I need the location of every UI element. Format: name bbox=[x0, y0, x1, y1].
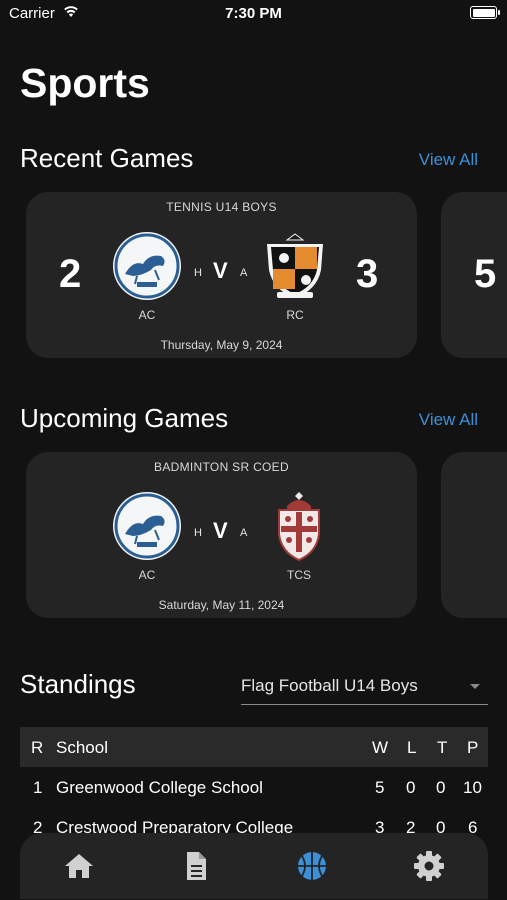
row-losses: 0 bbox=[406, 778, 416, 797]
page-title: Sports bbox=[20, 60, 150, 106]
standings-table-header: R School W L T P bbox=[20, 727, 488, 767]
upcoming-games-title: Upcoming Games bbox=[20, 403, 229, 433]
column-losses: L bbox=[407, 738, 417, 757]
away-team-code: TCS bbox=[287, 568, 311, 582]
versus-label: V bbox=[213, 258, 228, 283]
gear-icon[interactable] bbox=[412, 849, 446, 883]
table-row[interactable]: 1 Greenwood College School 5 0 0 10 bbox=[20, 768, 488, 808]
league-select-value: Flag Football U14 Boys bbox=[241, 676, 418, 695]
status-time: 7:30 PM bbox=[225, 5, 282, 22]
column-ties: T bbox=[437, 738, 448, 757]
away-indicator: A bbox=[240, 527, 248, 539]
column-school: School bbox=[56, 738, 108, 757]
home-team-code: AC bbox=[138, 568, 156, 582]
home-team-code: AC bbox=[138, 308, 156, 322]
row-rank: 1 bbox=[33, 778, 43, 797]
tab-bar bbox=[20, 833, 488, 899]
game-date: Thursday, May 9, 2024 bbox=[160, 338, 283, 352]
away-team-logo bbox=[278, 492, 320, 562]
game-sport-label: BADMINTON SR COED bbox=[154, 460, 289, 474]
chevron-down-icon bbox=[470, 684, 480, 689]
versus-label: V bbox=[213, 518, 228, 543]
column-rank: R bbox=[31, 738, 44, 757]
home-indicator: H bbox=[194, 527, 202, 539]
home-team-logo bbox=[113, 492, 181, 560]
upcoming-game-card[interactable]: BADMINTON SR COED H V A AC TCS Saturday,… bbox=[26, 452, 417, 618]
row-wins: 5 bbox=[375, 778, 385, 797]
recent-view-all-link[interactable]: View All bbox=[419, 150, 478, 170]
away-team-code: RC bbox=[286, 308, 304, 322]
row-ties: 0 bbox=[436, 778, 446, 797]
league-select[interactable]: Flag Football U14 Boys bbox=[241, 670, 488, 705]
home-icon[interactable] bbox=[62, 849, 96, 883]
document-icon[interactable] bbox=[179, 849, 213, 883]
row-school: Greenwood College School bbox=[56, 778, 263, 797]
home-team-logo bbox=[113, 232, 181, 300]
recent-game-card-next[interactable]: 5 bbox=[441, 192, 507, 358]
status-bar: Carrier 7:30 PM bbox=[0, 0, 507, 28]
next-game-score: 5 bbox=[474, 252, 497, 296]
home-indicator: H bbox=[194, 267, 202, 279]
upcoming-view-all-link[interactable]: View All bbox=[419, 410, 478, 430]
away-indicator: A bbox=[240, 267, 248, 279]
recent-game-card[interactable]: TENNIS U14 BOYS 2 H V A 3 AC RC Thursday… bbox=[26, 192, 417, 358]
row-points: 10 bbox=[463, 778, 482, 797]
column-wins: W bbox=[372, 738, 389, 757]
upcoming-game-card-next[interactable] bbox=[441, 452, 507, 618]
column-points: P bbox=[467, 738, 479, 757]
basketball-icon[interactable] bbox=[295, 849, 329, 883]
away-team-logo bbox=[267, 233, 323, 298]
game-sport-label: TENNIS U14 BOYS bbox=[166, 200, 277, 214]
battery-icon bbox=[470, 6, 500, 19]
home-score: 2 bbox=[59, 252, 82, 296]
away-score: 3 bbox=[356, 252, 379, 296]
game-date: Saturday, May 11, 2024 bbox=[158, 598, 285, 612]
recent-games-title: Recent Games bbox=[20, 143, 194, 173]
standings-title: Standings bbox=[20, 669, 136, 699]
